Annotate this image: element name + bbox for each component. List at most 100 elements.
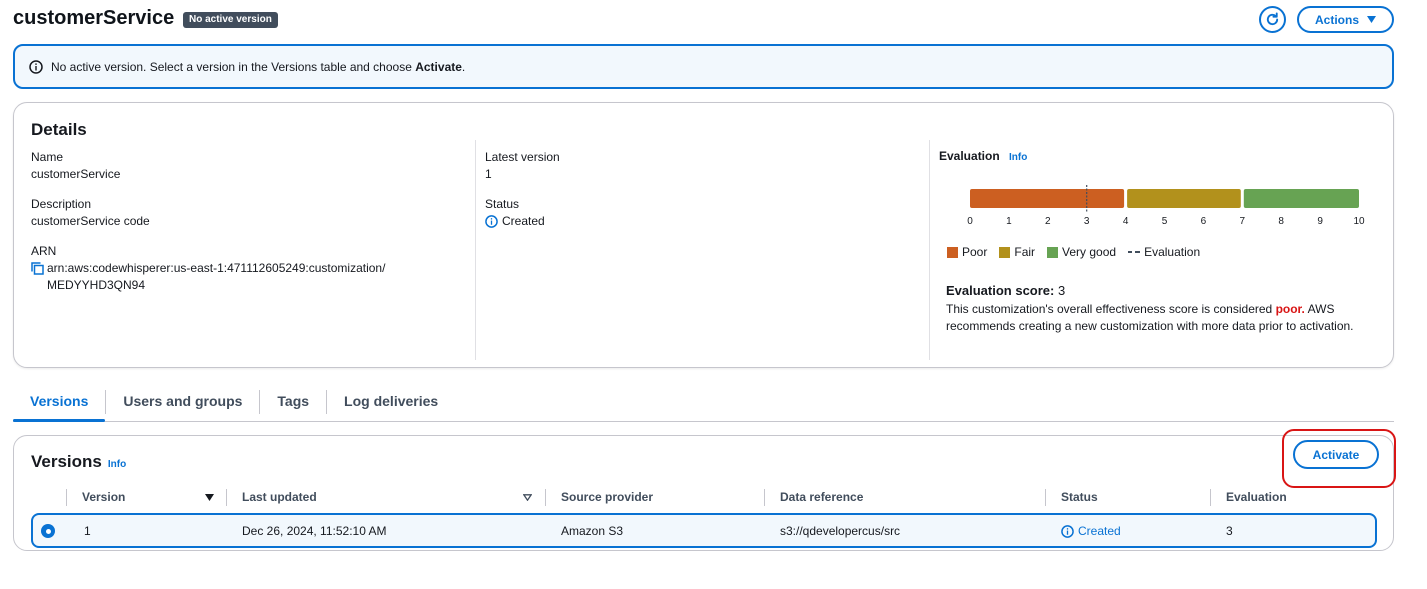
alert-text-bold: Activate (415, 59, 462, 74)
versions-info-link[interactable]: Info (108, 459, 126, 470)
refresh-icon (1266, 12, 1279, 26)
evaluation-score: Evaluation score: 3 This customization's… (946, 282, 1356, 335)
scale-tick-label: 9 (1317, 216, 1323, 227)
actions-label: Actions (1314, 12, 1359, 27)
details-container: Details Name customerService Description… (13, 102, 1394, 368)
alert-text-suffix: . (461, 59, 466, 74)
alert-text-prefix: No active version. Select a version in t… (51, 59, 416, 74)
evaluation-chart: 0 1 2 3 4 5 6 7 8 9 10 (967, 185, 1365, 227)
column-separator (764, 489, 765, 506)
column-header-version-label: Version (82, 490, 126, 504)
column-header-data-reference: Data reference (780, 490, 864, 504)
column-divider (475, 140, 476, 360)
scale-tick-label: 6 (1201, 216, 1207, 227)
legend-evaluation: Evaluation (1128, 245, 1200, 259)
band-poor (970, 189, 1125, 208)
caret-down-icon (1367, 16, 1376, 23)
scale-tick-label: 1 (1006, 216, 1012, 227)
cell-status-text: Created (1078, 524, 1121, 538)
score-desc-prefix: This customization's overall effectivene… (946, 302, 1276, 316)
tab-bar: Versions Users and groups Tags Log deliv… (13, 386, 1394, 422)
status-info-icon (1061, 524, 1074, 538)
scale-tick-label: 5 (1162, 216, 1168, 227)
column-header-status: Status (1061, 490, 1098, 504)
column-header-source-provider: Source provider (561, 490, 654, 504)
dashed-line-icon (1128, 251, 1141, 253)
legend-very-good-swatch (1047, 246, 1059, 258)
versions-container: Versions Info Activate Version Last updat… (13, 429, 1396, 551)
evaluation-legend: Poor Fair Very good Evaluation (947, 245, 1200, 259)
legend-poor-label: Poor (962, 245, 988, 259)
details-title: Details (31, 120, 87, 139)
column-divider (929, 140, 930, 360)
tab-log-deliveries[interactable]: Log deliveries (327, 386, 455, 421)
band-fair (1127, 189, 1241, 208)
refresh-button[interactable] (1259, 6, 1286, 33)
score-heading: Evaluation score: (946, 283, 1055, 298)
status-label: Status (485, 197, 520, 211)
arn-label: ARN (31, 244, 57, 258)
column-separator (1210, 489, 1211, 506)
column-header-last-updated[interactable]: Last updated (242, 489, 532, 505)
name-value: customerService (31, 167, 121, 181)
versions-title-text: Versions (31, 452, 102, 471)
cell-last-updated: Dec 26, 2024, 11:52:10 AM (242, 524, 387, 538)
scale-tick-label: 0 (967, 216, 973, 227)
legend-poor: Poor (947, 245, 987, 259)
score-value: 3 (1058, 283, 1066, 298)
description-value: customerService code (31, 214, 150, 228)
legend-fair: Fair (999, 245, 1035, 259)
status-text: Created (502, 214, 545, 228)
legend-fair-label: Fair (1014, 245, 1036, 259)
cell-status[interactable]: Created (1061, 524, 1121, 538)
latest-version-value: 1 (485, 167, 492, 181)
scale-tick-label: 7 (1240, 216, 1246, 227)
details-col-general: Name customerService Description custome… (31, 149, 471, 307)
legend-poor-swatch (947, 246, 958, 258)
legend-very-good-label: Very good (1062, 245, 1117, 259)
sort-icon (523, 493, 532, 501)
scale-tick-label: 2 (1045, 216, 1051, 227)
row-radio-button[interactable] (41, 524, 55, 538)
arn-line-1: arn:aws:codewhisperer:us-east-1:47111260… (47, 261, 386, 275)
column-separator (66, 489, 67, 506)
score-description: This customization's overall effectivene… (946, 301, 1356, 335)
actions-button[interactable]: Actions (1297, 6, 1394, 33)
name-label: Name (31, 150, 64, 164)
evaluation-info-link[interactable]: Info (1009, 152, 1027, 163)
status-info-icon (485, 215, 498, 228)
column-header-version[interactable]: Version (82, 489, 214, 505)
page-header: customerService No active version Action… (13, 6, 1394, 33)
table-row[interactable]: 1 Dec 26, 2024, 11:52:10 AM Amazon S3 s3… (31, 513, 1377, 548)
evaluation-section: Evaluation Info 0 1 2 3 4 5 6 7 8 9 10 Poor Fair V… (939, 149, 1369, 333)
legend-fair-swatch (999, 246, 1011, 258)
scale-tick-label: 10 (1353, 216, 1365, 227)
tab-tags[interactable]: Tags (260, 386, 326, 421)
sort-descending-icon (205, 493, 214, 501)
band-very-good (1243, 189, 1359, 208)
activate-highlight: Activate (1282, 429, 1396, 488)
column-header-last-updated-label: Last updated (242, 490, 317, 504)
legend-evaluation-label: Evaluation (1144, 245, 1201, 259)
activate-button[interactable]: Activate (1293, 440, 1379, 469)
tab-versions[interactable]: Versions (13, 386, 106, 422)
tab-users-and-groups[interactable]: Users and groups (106, 386, 259, 421)
cell-evaluation: 3 (1226, 524, 1233, 538)
score-desc-poor: poor. (1275, 302, 1305, 316)
column-header-evaluation: Evaluation (1226, 490, 1287, 504)
scale-tick-label: 3 (1084, 216, 1090, 227)
arn-value: arn:aws:codewhisperer:us-east-1:47111260… (31, 260, 471, 294)
column-separator (545, 489, 546, 506)
column-separator (1045, 489, 1046, 506)
versions-title: Versions Info (31, 452, 126, 472)
page-title: customerService (13, 7, 175, 29)
scale-tick-label: 8 (1278, 216, 1284, 227)
description-label: Description (31, 197, 92, 211)
details-col-version: Latest version 1 Status Created (485, 149, 925, 244)
status-value: Created (485, 213, 545, 230)
cell-source-provider: Amazon S3 (561, 524, 624, 538)
arn-line-2: MEDYYHD3QN94 (47, 278, 146, 292)
copy-icon[interactable] (31, 262, 44, 275)
cell-version: 1 (84, 524, 91, 538)
legend-very-good: Very good (1047, 245, 1116, 259)
